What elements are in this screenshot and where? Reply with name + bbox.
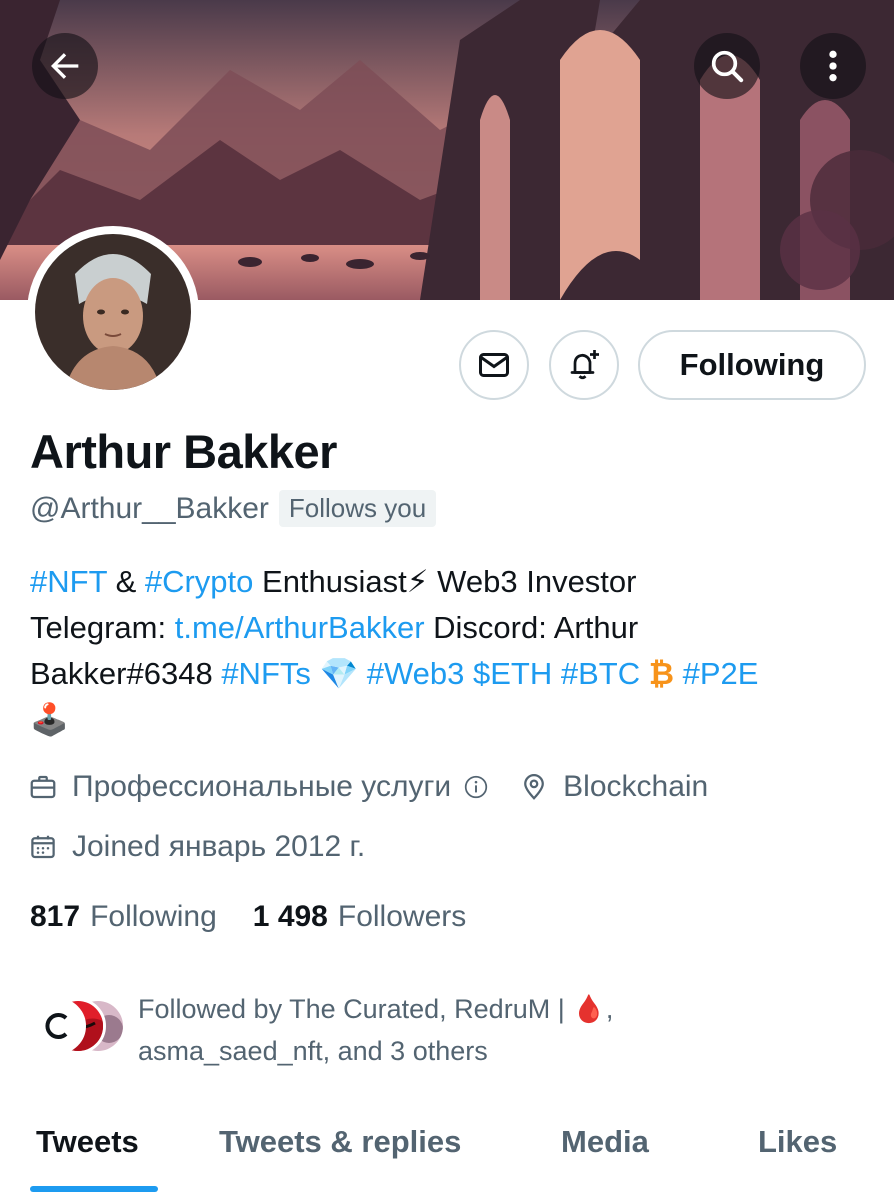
arrow-left-icon — [51, 53, 79, 79]
envelope-icon — [479, 353, 509, 377]
followers-count: 1 498 — [252, 900, 328, 933]
professional-category: Профессиональные услуги — [72, 770, 452, 803]
info-icon[interactable] — [463, 774, 489, 800]
location-text: Blockchain — [563, 770, 709, 803]
more-options-button[interactable] — [800, 33, 866, 99]
bio-text: Bakker#6348 — [30, 656, 222, 691]
bio-line: Bakker#6348 #NFTs 💎 #Web3 $ETH #BTC ₿ #P… — [30, 651, 870, 697]
following-stat[interactable]: 817 Following — [30, 900, 217, 934]
profile-name: Arthur Bakker — [30, 425, 337, 478]
notifications-button[interactable] — [549, 330, 619, 400]
message-button[interactable] — [459, 330, 529, 400]
follows-you-badge: Follows you — [278, 490, 437, 527]
bio-text: Discord: Arthur — [424, 610, 639, 645]
following-label: Following — [90, 900, 217, 933]
hashtag-link[interactable]: #P2E — [683, 656, 759, 691]
followed-by-line: asma_saed_nft, and 3 others — [138, 1036, 488, 1066]
joined-row: Joined январь 2012 г. — [28, 830, 365, 864]
search-icon — [711, 50, 744, 83]
gem-emoji: 💎 — [310, 656, 367, 691]
avatar — [30, 998, 86, 1054]
search-button[interactable] — [694, 33, 760, 99]
followed-by-avatars[interactable] — [30, 996, 130, 1056]
more-vertical-icon — [829, 50, 837, 82]
calendar-icon — [31, 835, 55, 859]
briefcase-icon — [30, 775, 56, 799]
bio-text: Web3 Investor — [428, 564, 637, 599]
followed-by-line: Followed by The Curated, RedruM | 🩸, — [138, 994, 614, 1024]
followers-label: Followers — [337, 900, 467, 933]
active-tab-indicator — [30, 1186, 158, 1192]
profile-avatar[interactable] — [27, 226, 199, 398]
telegram-link[interactable]: t.me/ArthurBakker — [175, 610, 425, 645]
location-pin-icon — [524, 774, 545, 800]
following-button[interactable]: Following — [638, 330, 866, 400]
hashtag-link[interactable]: #Crypto — [145, 564, 254, 599]
hashtag-link[interactable]: #Web3 — [367, 656, 465, 691]
back-button[interactable] — [32, 33, 98, 99]
bio-line: Telegram: t.me/ArthurBakker Discord: Art… — [30, 605, 870, 651]
profile-handle: @Arthur__Bakker — [30, 491, 269, 525]
lightning-emoji: ⚡ — [406, 564, 429, 599]
hashtag-link[interactable]: #NFTs — [221, 656, 311, 691]
cashtag-link[interactable]: $ETH — [473, 656, 552, 691]
followers-stat[interactable]: 1 498 Followers — [253, 900, 466, 934]
tab-media[interactable]: Media — [561, 1124, 649, 1160]
joined-date: Joined январь 2012 г. — [72, 830, 366, 863]
profile-bio: #NFT & #Crypto Enthusiast⚡ Web3 Investor… — [30, 559, 870, 743]
profile-meta-row: Профессиональные услуги Blockchain — [28, 770, 708, 804]
followed-by-text[interactable]: Followed by The Curated, RedruM | 🩸, asm… — [138, 988, 698, 1072]
joystick-emoji: 🕹️ — [30, 702, 69, 737]
hashtag-link[interactable]: #NFT — [30, 564, 107, 599]
location-item: Blockchain — [519, 770, 708, 804]
profile-tabs: Tweets Tweets & replies Media Likes — [0, 1100, 894, 1200]
bio-text — [552, 656, 561, 691]
tab-tweets-replies[interactable]: Tweets & replies — [219, 1124, 461, 1160]
tab-tweets[interactable]: Tweets — [36, 1124, 139, 1160]
bio-text: & — [106, 564, 145, 599]
bell-plus-icon — [570, 350, 599, 380]
tab-likes[interactable]: Likes — [758, 1124, 837, 1160]
bio-text — [464, 656, 473, 691]
bio-text: Enthusiast — [253, 564, 407, 599]
bio-line: 🕹️ — [30, 697, 870, 743]
bio-text: Telegram: — [30, 610, 175, 645]
hashtag-link[interactable]: #BTC — [561, 656, 640, 691]
bio-line: #NFT & #Crypto Enthusiast⚡ Web3 Investor — [30, 559, 870, 605]
handle-row: @Arthur__Bakker Follows you — [30, 490, 437, 527]
avatar-image — [35, 234, 191, 390]
follow-stats: 817 Following 1 498 Followers — [30, 900, 466, 934]
following-count: 817 — [30, 900, 81, 933]
bitcoin-emoji: ₿ — [640, 656, 683, 691]
